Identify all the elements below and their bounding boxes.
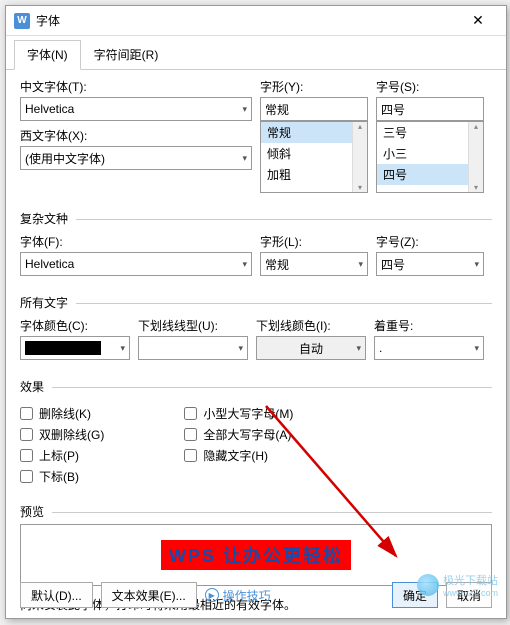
tips-link[interactable]: ▶ 操作技巧: [205, 587, 271, 604]
cancel-button[interactable]: 取消: [446, 582, 492, 608]
size-input[interactable]: 四号: [376, 97, 484, 121]
font-dialog: W 字体 ✕ 字体(N) 字符间距(R) 中文字体(T): Helvetica▾…: [5, 5, 507, 619]
emphasis-label: 着重号:: [374, 317, 484, 334]
all-caps-checkbox[interactable]: 全部大写字母(A): [184, 426, 293, 443]
all-text-group: 所有文字 字体颜色(C): ▾ 下划线线型(U): ▾: [20, 294, 492, 370]
complex-font-label: 字体(F):: [20, 233, 252, 250]
chevron-down-icon: ▾: [242, 104, 247, 115]
window-title: 字体: [36, 12, 458, 29]
subscript-checkbox[interactable]: 下标(B): [20, 468, 104, 485]
chevron-down-icon: ▾: [356, 343, 361, 354]
superscript-checkbox[interactable]: 上标(P): [20, 447, 104, 464]
chevron-down-icon: ▾: [474, 343, 479, 354]
chinese-font-select[interactable]: Helvetica▾: [20, 97, 252, 121]
preview-text: WPS 让办公更轻松: [161, 540, 351, 570]
complex-style-label: 字形(L):: [260, 233, 368, 250]
western-font-select[interactable]: (使用中文字体)▾: [20, 146, 252, 170]
small-caps-checkbox[interactable]: 小型大写字母(M): [184, 405, 293, 422]
underline-color-select[interactable]: 自动▾: [256, 336, 366, 360]
app-icon: W: [14, 13, 30, 29]
chevron-down-icon: ▾: [238, 343, 243, 354]
chinese-font-label: 中文字体(T):: [20, 78, 252, 95]
font-color-select[interactable]: ▾: [20, 336, 130, 360]
ok-button[interactable]: 确定: [392, 582, 438, 608]
complex-font-select[interactable]: Helvetica▾: [20, 252, 252, 276]
chevron-down-icon: ▾: [474, 259, 479, 270]
complex-scripts-group: 复杂文种 字体(F): Helvetica▾ 字形(L): 常规▾: [20, 210, 492, 286]
underline-style-label: 下划线线型(U):: [138, 317, 248, 334]
font-color-label: 字体颜色(C):: [20, 317, 130, 334]
strikethrough-checkbox[interactable]: 删除线(K): [20, 405, 104, 422]
complex-size-label: 字号(Z):: [376, 233, 484, 250]
complex-size-select[interactable]: 四号▾: [376, 252, 484, 276]
all-text-legend: 所有文字: [20, 294, 492, 311]
chevron-down-icon: ▾: [242, 153, 247, 164]
complex-style-select[interactable]: 常规▾: [260, 252, 368, 276]
scrollbar[interactable]: ▴▾: [352, 122, 367, 192]
tab-spacing[interactable]: 字符间距(R): [81, 40, 172, 69]
tab-font[interactable]: 字体(N): [14, 40, 81, 70]
tab-bar: 字体(N) 字符间距(R): [6, 36, 506, 70]
style-list[interactable]: 常规 倾斜 加粗 ▴▾: [260, 121, 368, 193]
close-button[interactable]: ✕: [458, 7, 498, 35]
effects-legend: 效果: [20, 378, 492, 395]
chevron-down-icon: ▾: [358, 259, 363, 270]
style-label: 字形(Y):: [260, 78, 368, 95]
hidden-checkbox[interactable]: 隐藏文字(H): [184, 447, 293, 464]
complex-legend: 复杂文种: [20, 210, 492, 227]
preview-legend: 预览: [20, 503, 492, 520]
size-label: 字号(S):: [376, 78, 484, 95]
double-strike-checkbox[interactable]: 双删除线(G): [20, 426, 104, 443]
dialog-content: 中文字体(T): Helvetica▾ 字形(Y): 常规 常规 倾斜 加粗 ▴…: [6, 70, 506, 621]
titlebar: W 字体 ✕: [6, 6, 506, 36]
color-swatch: [25, 341, 101, 355]
western-font-label: 西文字体(X):: [20, 127, 252, 144]
chevron-down-icon: ▾: [120, 343, 125, 354]
dialog-footer: 默认(D)... 文本效果(E)... ▶ 操作技巧 确定 取消: [20, 582, 492, 608]
default-button[interactable]: 默认(D)...: [20, 582, 93, 608]
scrollbar[interactable]: ▴▾: [468, 122, 483, 192]
chevron-down-icon: ▾: [242, 259, 247, 270]
emphasis-select[interactable]: .▾: [374, 336, 484, 360]
underline-color-label: 下划线颜色(I):: [256, 317, 366, 334]
play-icon: ▶: [205, 588, 219, 602]
style-input[interactable]: 常规: [260, 97, 368, 121]
underline-style-select[interactable]: ▾: [138, 336, 248, 360]
effects-group: 效果 删除线(K) 双删除线(G) 上标(P) 下标(B) 小型大写字母(M) …: [20, 378, 492, 495]
text-effect-button[interactable]: 文本效果(E)...: [101, 582, 197, 608]
size-list[interactable]: 三号 小三 四号 ▴▾: [376, 121, 484, 193]
preview-box: WPS 让办公更轻松: [20, 524, 492, 586]
